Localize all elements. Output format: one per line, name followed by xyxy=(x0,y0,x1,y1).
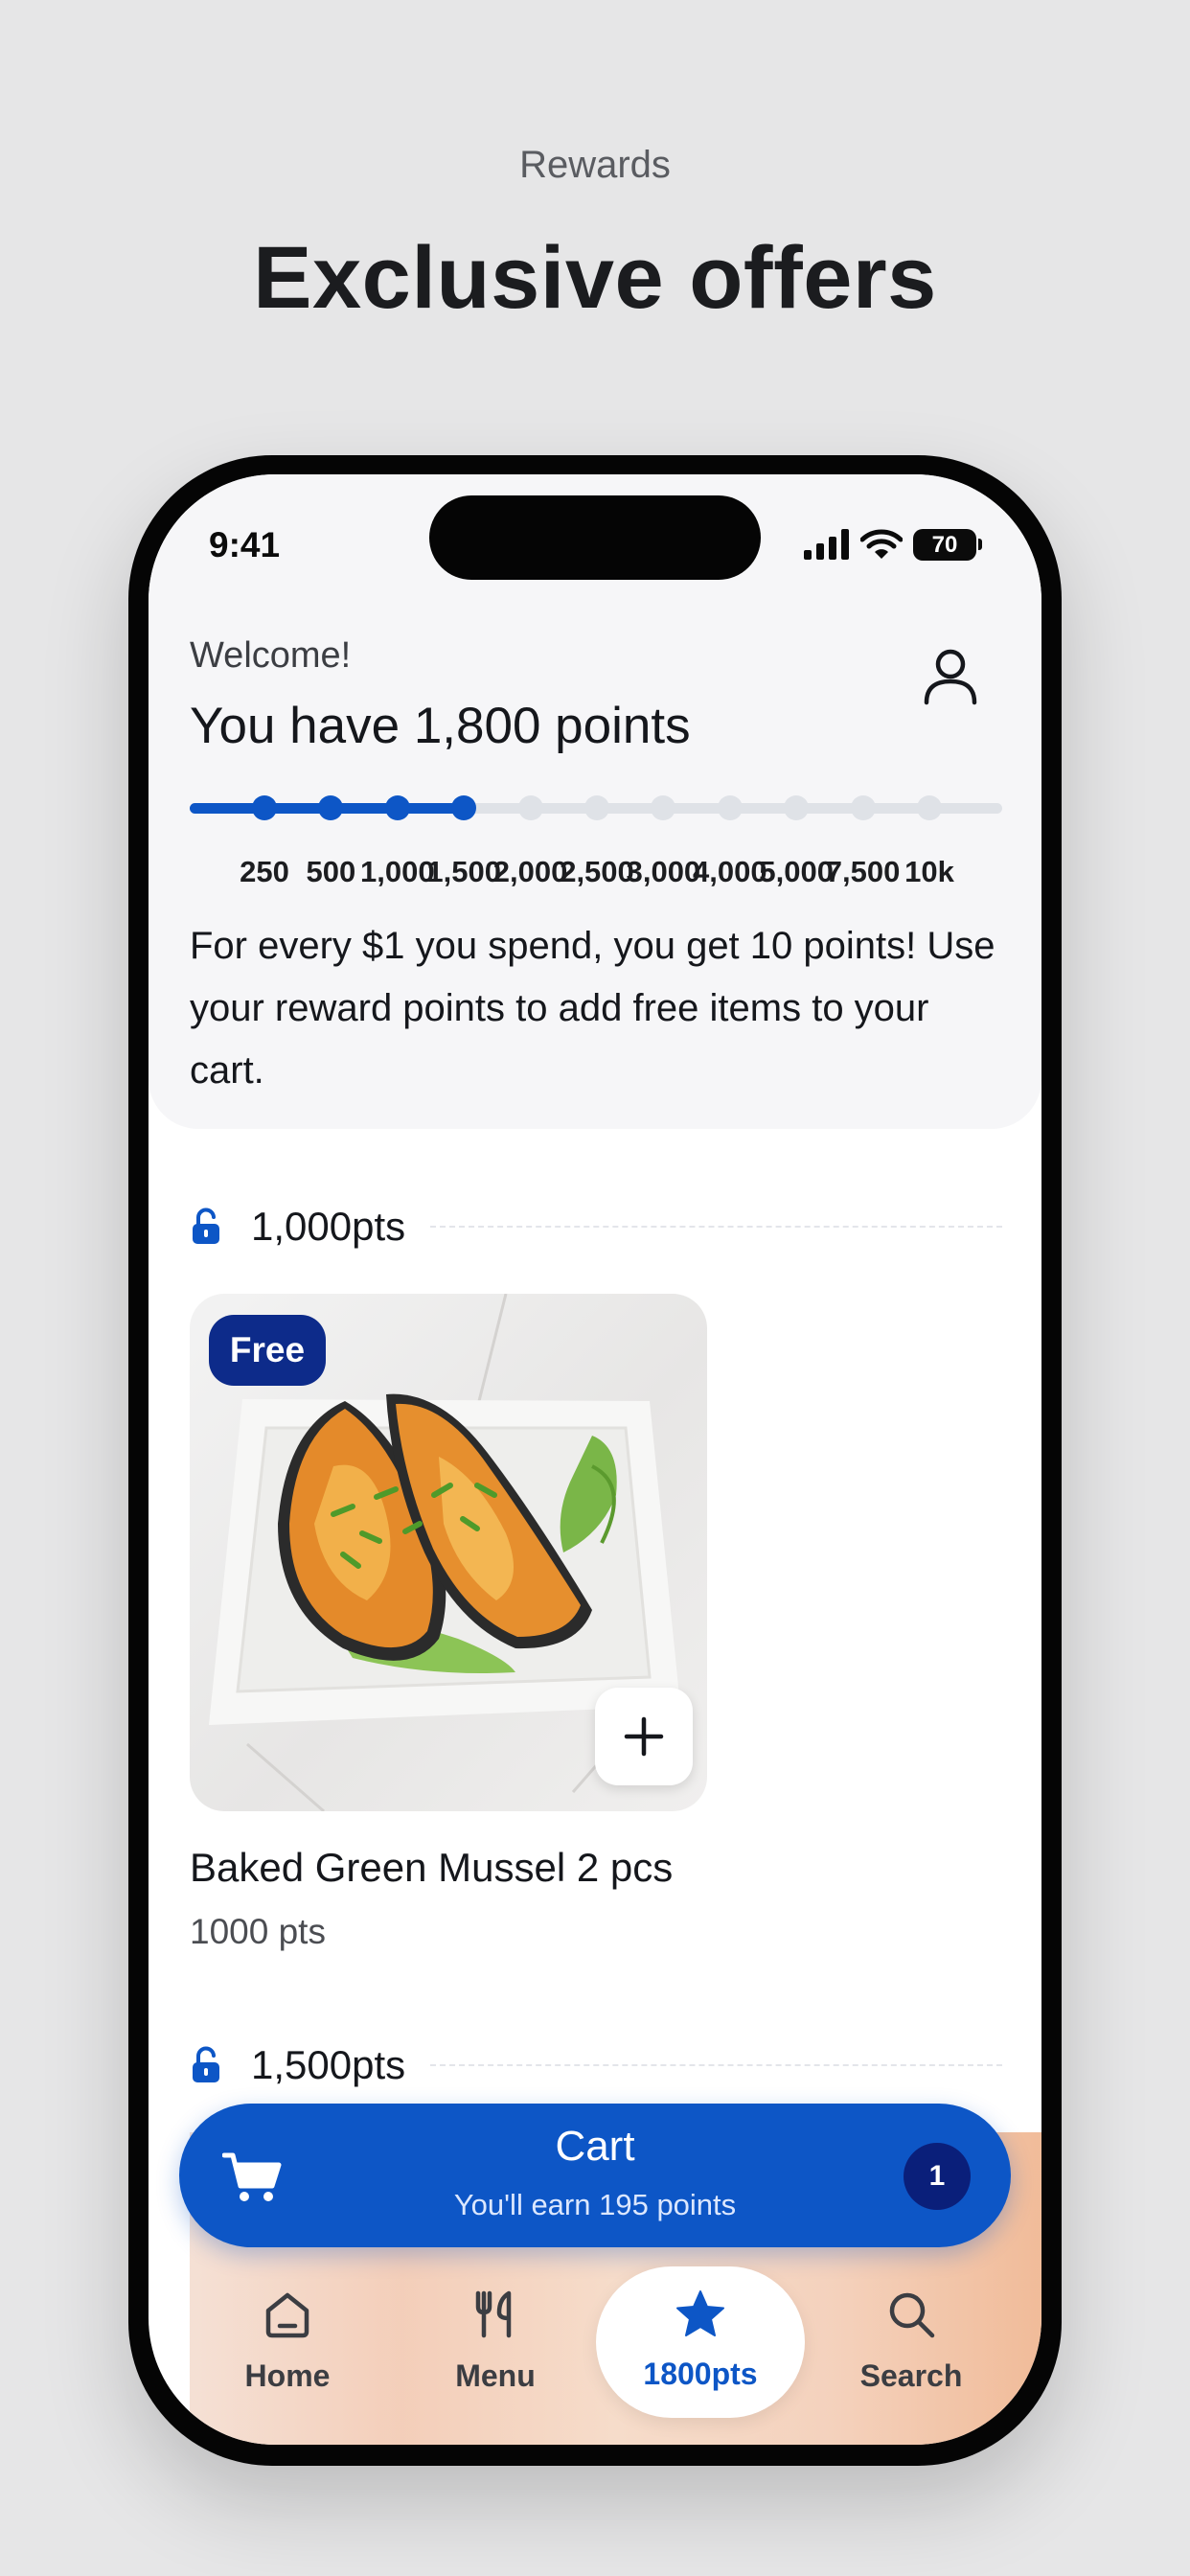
dynamic-island xyxy=(429,495,761,580)
milestone-label: 5,000 xyxy=(759,855,834,888)
nav-home[interactable]: Home xyxy=(192,2288,383,2394)
app-screen: 9:41 70 Welcome! You have 1,800 points 2… xyxy=(149,474,1041,2445)
cart-count-badge: 1 xyxy=(904,2143,971,2210)
item-name[interactable]: Baked Green Mussel 2 pcs xyxy=(190,1845,673,1891)
milestone-label: 1,500 xyxy=(426,855,501,888)
unlock-icon xyxy=(193,2046,219,2082)
unlock-icon xyxy=(193,1208,219,1244)
cart-title: Cart xyxy=(555,2123,635,2170)
milestone-label: 7,500 xyxy=(825,855,901,888)
home-icon xyxy=(265,2292,309,2338)
status-time: 9:41 xyxy=(209,525,281,564)
milestone-dot xyxy=(451,795,477,820)
milestone-dot xyxy=(384,795,410,820)
rewards-info-text: For every $1 you spend, you get 10 point… xyxy=(190,925,995,1092)
signal-icon xyxy=(804,529,849,560)
milestone-label: 500 xyxy=(306,855,356,888)
fork-knife-icon xyxy=(475,2290,512,2338)
free-badge: Free xyxy=(209,1315,326,1386)
milestone-label: 10k xyxy=(904,855,954,888)
battery-level: 70 xyxy=(913,528,976,561)
milestone-label: 1,000 xyxy=(360,855,435,888)
add-to-cart-button[interactable] xyxy=(595,1688,693,1785)
item-price: 1000 pts xyxy=(190,1912,326,1951)
cart-button[interactable]: Cart You'll earn 195 points 1 xyxy=(179,2104,1011,2247)
star-icon xyxy=(676,2290,724,2336)
nav-menu[interactable]: Menu xyxy=(400,2288,591,2394)
milestone-dot xyxy=(717,795,743,820)
page-title: Exclusive offers xyxy=(253,229,937,327)
page-eyebrow: Rewards xyxy=(519,144,671,186)
milestone-dot xyxy=(517,795,543,820)
milestone-dot xyxy=(917,795,942,820)
nav-points[interactable]: 1800pts xyxy=(596,2266,805,2418)
milestone-label: 250 xyxy=(240,855,289,888)
points-headline: You have 1,800 points xyxy=(190,698,691,754)
plus-icon xyxy=(624,1716,664,1757)
tier-label: 1,500pts xyxy=(251,2042,406,2087)
nav-search-label: Search xyxy=(859,2358,963,2393)
milestone-label: 4,000 xyxy=(693,855,767,888)
status-icons: 70 xyxy=(804,528,982,561)
tier-header: 1,500pts xyxy=(190,2036,1002,2094)
tier-divider xyxy=(430,2064,1002,2066)
milestone-label: 2,000 xyxy=(492,855,568,888)
rewards-summary-card: 9:41 70 Welcome! You have 1,800 points 2… xyxy=(149,474,1041,1129)
nav-menu-label: Menu xyxy=(455,2358,536,2393)
milestone-dot xyxy=(584,795,609,820)
welcome-text: Welcome! xyxy=(190,635,352,676)
milestone-dot xyxy=(318,795,344,820)
nav-search[interactable]: Search xyxy=(815,2288,1007,2394)
milestone-label: 2,500 xyxy=(560,855,634,888)
reward-item-card[interactable]: Free xyxy=(190,1294,707,1811)
profile-icon[interactable] xyxy=(921,647,980,706)
cart-earn-text: You'll earn 195 points xyxy=(453,2188,737,2221)
milestone-dot xyxy=(252,795,277,820)
search-icon xyxy=(889,2292,935,2338)
nav-points-label: 1800pts xyxy=(643,2357,758,2391)
battery-indicator: 70 xyxy=(913,528,982,561)
tier-divider xyxy=(430,1226,1002,1228)
milestone-label: 3,000 xyxy=(626,855,701,888)
milestone-dot xyxy=(651,795,676,820)
milestone-dot xyxy=(784,795,810,820)
bottom-nav: Home Menu 1800pts Search xyxy=(149,2266,1041,2445)
milestone-dot xyxy=(850,795,876,820)
nav-home-label: Home xyxy=(244,2358,331,2393)
tier-label: 1,000pts xyxy=(251,1204,406,1249)
wifi-icon xyxy=(860,529,903,559)
tier-header: 1,000pts xyxy=(190,1198,1002,1255)
